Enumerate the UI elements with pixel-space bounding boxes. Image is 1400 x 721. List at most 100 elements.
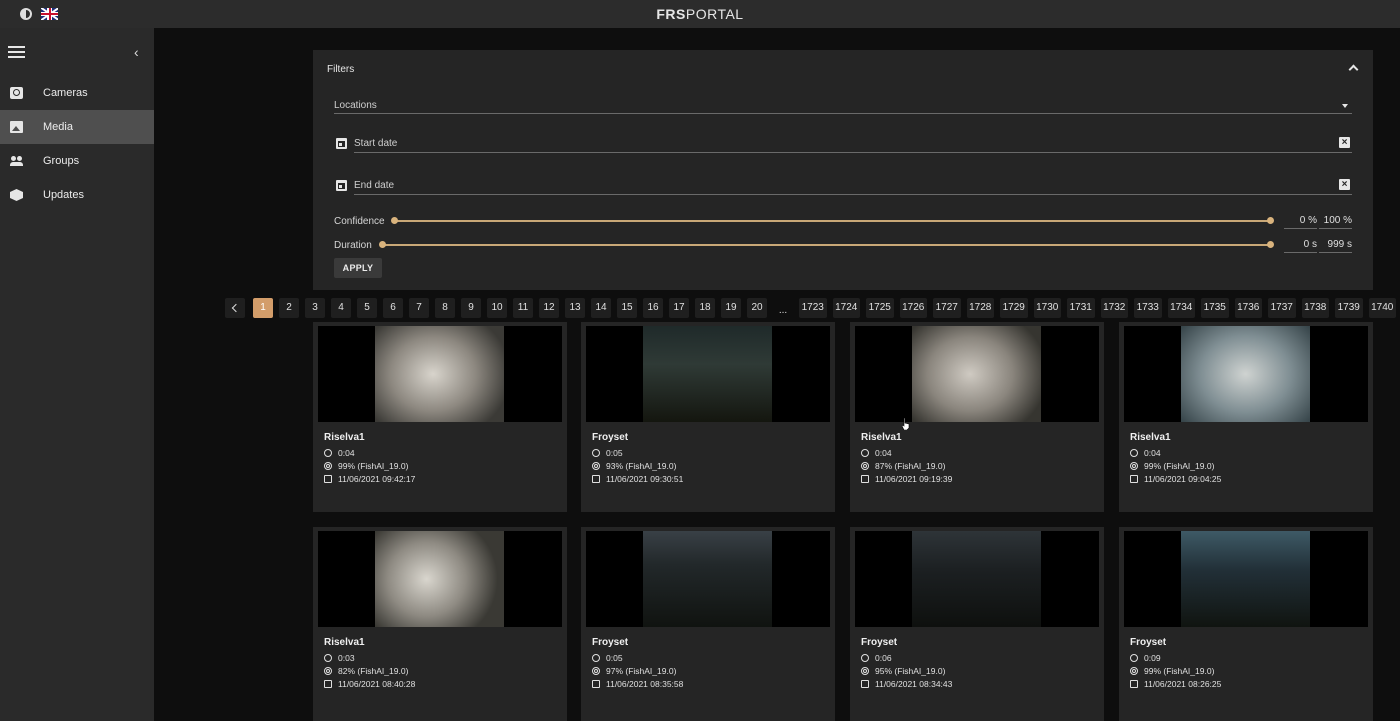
page-button-4[interactable]: 4 (331, 298, 351, 318)
media-duration: 0:05 (606, 653, 623, 663)
calendar-icon (1130, 475, 1138, 483)
sidebar: ‹ Cameras Media Groups Updates (0, 28, 154, 721)
locations-select[interactable]: Locations (334, 98, 1352, 114)
page-button-13[interactable]: 13 (565, 298, 585, 318)
duration-slider[interactable] (383, 244, 1271, 246)
page-button-16[interactable]: 16 (643, 298, 663, 318)
page-button-1726[interactable]: 1726 (899, 298, 927, 318)
page-button-1731[interactable]: 1731 (1067, 298, 1095, 318)
page-button-2[interactable]: 2 (279, 298, 299, 318)
confidence-icon (324, 462, 332, 470)
alarm-clock-icon (1130, 654, 1138, 662)
page-button-1732[interactable]: 1732 (1100, 298, 1128, 318)
page-button-1728[interactable]: 1728 (966, 298, 994, 318)
confidence-icon (1130, 462, 1138, 470)
confidence-icon (861, 667, 869, 675)
page-button-10[interactable]: 10 (487, 298, 507, 318)
media-card[interactable]: Riselva1 0:04 99% (FishAI_19.0) 11/06/2021 … (1119, 322, 1373, 512)
page-button-1739[interactable]: 1739 (1335, 298, 1363, 318)
media-duration: 0:04 (338, 448, 355, 458)
page-button-18[interactable]: 18 (695, 298, 715, 318)
page-button-14[interactable]: 14 (591, 298, 611, 318)
page-button-1738[interactable]: 1738 (1301, 298, 1329, 318)
media-location: Riselva1 (1130, 432, 1171, 443)
media-date: 11/06/2021 08:34:43 (875, 679, 953, 689)
duration-min-handle[interactable] (379, 241, 386, 248)
media-thumbnail[interactable] (318, 531, 562, 627)
media-thumbnail[interactable] (1124, 531, 1368, 627)
clear-start-date-icon[interactable]: × (1339, 137, 1350, 148)
media-duration: 0:06 (875, 653, 892, 663)
page-button-1737[interactable]: 1737 (1268, 298, 1296, 318)
page-button-1724[interactable]: 1724 (832, 298, 860, 318)
duration-min-input[interactable]: 0 s (1284, 237, 1317, 253)
end-date-field[interactable]: End date × (354, 179, 1352, 195)
duration-max-input[interactable]: 999 s (1319, 237, 1352, 253)
media-thumbnail[interactable] (855, 531, 1099, 627)
media-card[interactable]: Froyset 0:05 97% (FishAI_19.0) 11/06/2021 0… (581, 527, 835, 721)
media-card[interactable]: Riselva1 0:04 87% (FishAI_19.0) 11/06/2021 … (850, 322, 1104, 512)
media-thumbnail[interactable] (855, 326, 1099, 422)
page-button-1735[interactable]: 1735 (1201, 298, 1229, 318)
page-button-1727[interactable]: 1727 (933, 298, 961, 318)
media-thumbnail[interactable] (318, 326, 562, 422)
page-button-17[interactable]: 17 (669, 298, 689, 318)
page-button-1730[interactable]: 1730 (1033, 298, 1061, 318)
media-thumbnail[interactable] (586, 531, 830, 627)
page-button-1[interactable]: 1 (253, 298, 273, 318)
media-card[interactable]: Riselva1 0:03 82% (FishAI_19.0) 11/06/2021 … (313, 527, 567, 721)
start-date-field[interactable]: Start date × (354, 137, 1352, 153)
previous-page-button[interactable] (225, 298, 245, 318)
page-button-1725[interactable]: 1725 (866, 298, 894, 318)
page-button-11[interactable]: 11 (513, 298, 533, 318)
confidence-max-handle[interactable] (1267, 217, 1274, 224)
sidebar-item-updates[interactable]: Updates (0, 178, 154, 212)
page-button-3[interactable]: 3 (305, 298, 325, 318)
media-card[interactable]: Froyset 0:05 93% (FishAI_19.0) 11/06/2021 0… (581, 322, 835, 512)
media-duration: 0:05 (606, 448, 623, 458)
page-button-12[interactable]: 12 (539, 298, 559, 318)
confidence-min-input[interactable]: 0 % (1284, 213, 1317, 229)
confidence-icon (592, 667, 600, 675)
confidence-slider[interactable] (395, 220, 1271, 222)
page-button-1740[interactable]: 1740 (1368, 298, 1396, 318)
page-button-9[interactable]: 9 (461, 298, 481, 318)
page-button-1734[interactable]: 1734 (1167, 298, 1195, 318)
collapse-filters-icon[interactable] (1348, 64, 1359, 75)
page-button-8[interactable]: 8 (435, 298, 455, 318)
media-thumbnail[interactable] (1124, 326, 1368, 422)
page-button-5[interactable]: 5 (357, 298, 377, 318)
sidebar-item-label: Groups (43, 155, 80, 167)
page-button-1729[interactable]: 1729 (1000, 298, 1028, 318)
sidebar-item-label: Cameras (43, 87, 88, 99)
media-thumbnail[interactable] (586, 326, 830, 422)
camera-icon (10, 87, 23, 99)
media-location: Froyset (592, 432, 629, 443)
media-location: Riselva1 (861, 432, 902, 443)
page-button-7[interactable]: 7 (409, 298, 429, 318)
page-button-15[interactable]: 15 (617, 298, 637, 318)
page-button-1733[interactable]: 1733 (1134, 298, 1162, 318)
confidence-min-handle[interactable] (391, 217, 398, 224)
page-button-19[interactable]: 19 (721, 298, 741, 318)
confidence-max-input[interactable]: 100 % (1319, 213, 1352, 229)
sidebar-item-media[interactable]: Media (0, 110, 154, 144)
menu-icon[interactable] (8, 46, 25, 58)
alarm-clock-icon (324, 654, 332, 662)
sidebar-item-groups[interactable]: Groups (0, 144, 154, 178)
media-location: Riselva1 (324, 637, 365, 648)
page-button-6[interactable]: 6 (383, 298, 403, 318)
collapse-sidebar-icon[interactable]: ‹ (134, 44, 139, 60)
apply-button[interactable]: APPLY (334, 258, 382, 278)
media-card[interactable]: Riselva1 0:04 99% (FishAI_19.0) 11/06/2021 … (313, 322, 567, 512)
page-button-1723[interactable]: 1723 (799, 298, 827, 318)
media-confidence: 93% (FishAI_19.0) (606, 461, 677, 471)
page-button-20[interactable]: 20 (747, 298, 767, 318)
duration-max-handle[interactable] (1267, 241, 1274, 248)
media-confidence: 82% (FishAI_19.0) (338, 666, 409, 676)
clear-end-date-icon[interactable]: × (1339, 179, 1350, 190)
media-card[interactable]: Froyset 0:06 95% (FishAI_19.0) 11/06/2021 0… (850, 527, 1104, 721)
media-card[interactable]: Froyset 0:09 99% (FishAI_19.0) 11/06/2021 0… (1119, 527, 1373, 721)
page-button-1736[interactable]: 1736 (1234, 298, 1262, 318)
sidebar-item-cameras[interactable]: Cameras (0, 76, 154, 110)
